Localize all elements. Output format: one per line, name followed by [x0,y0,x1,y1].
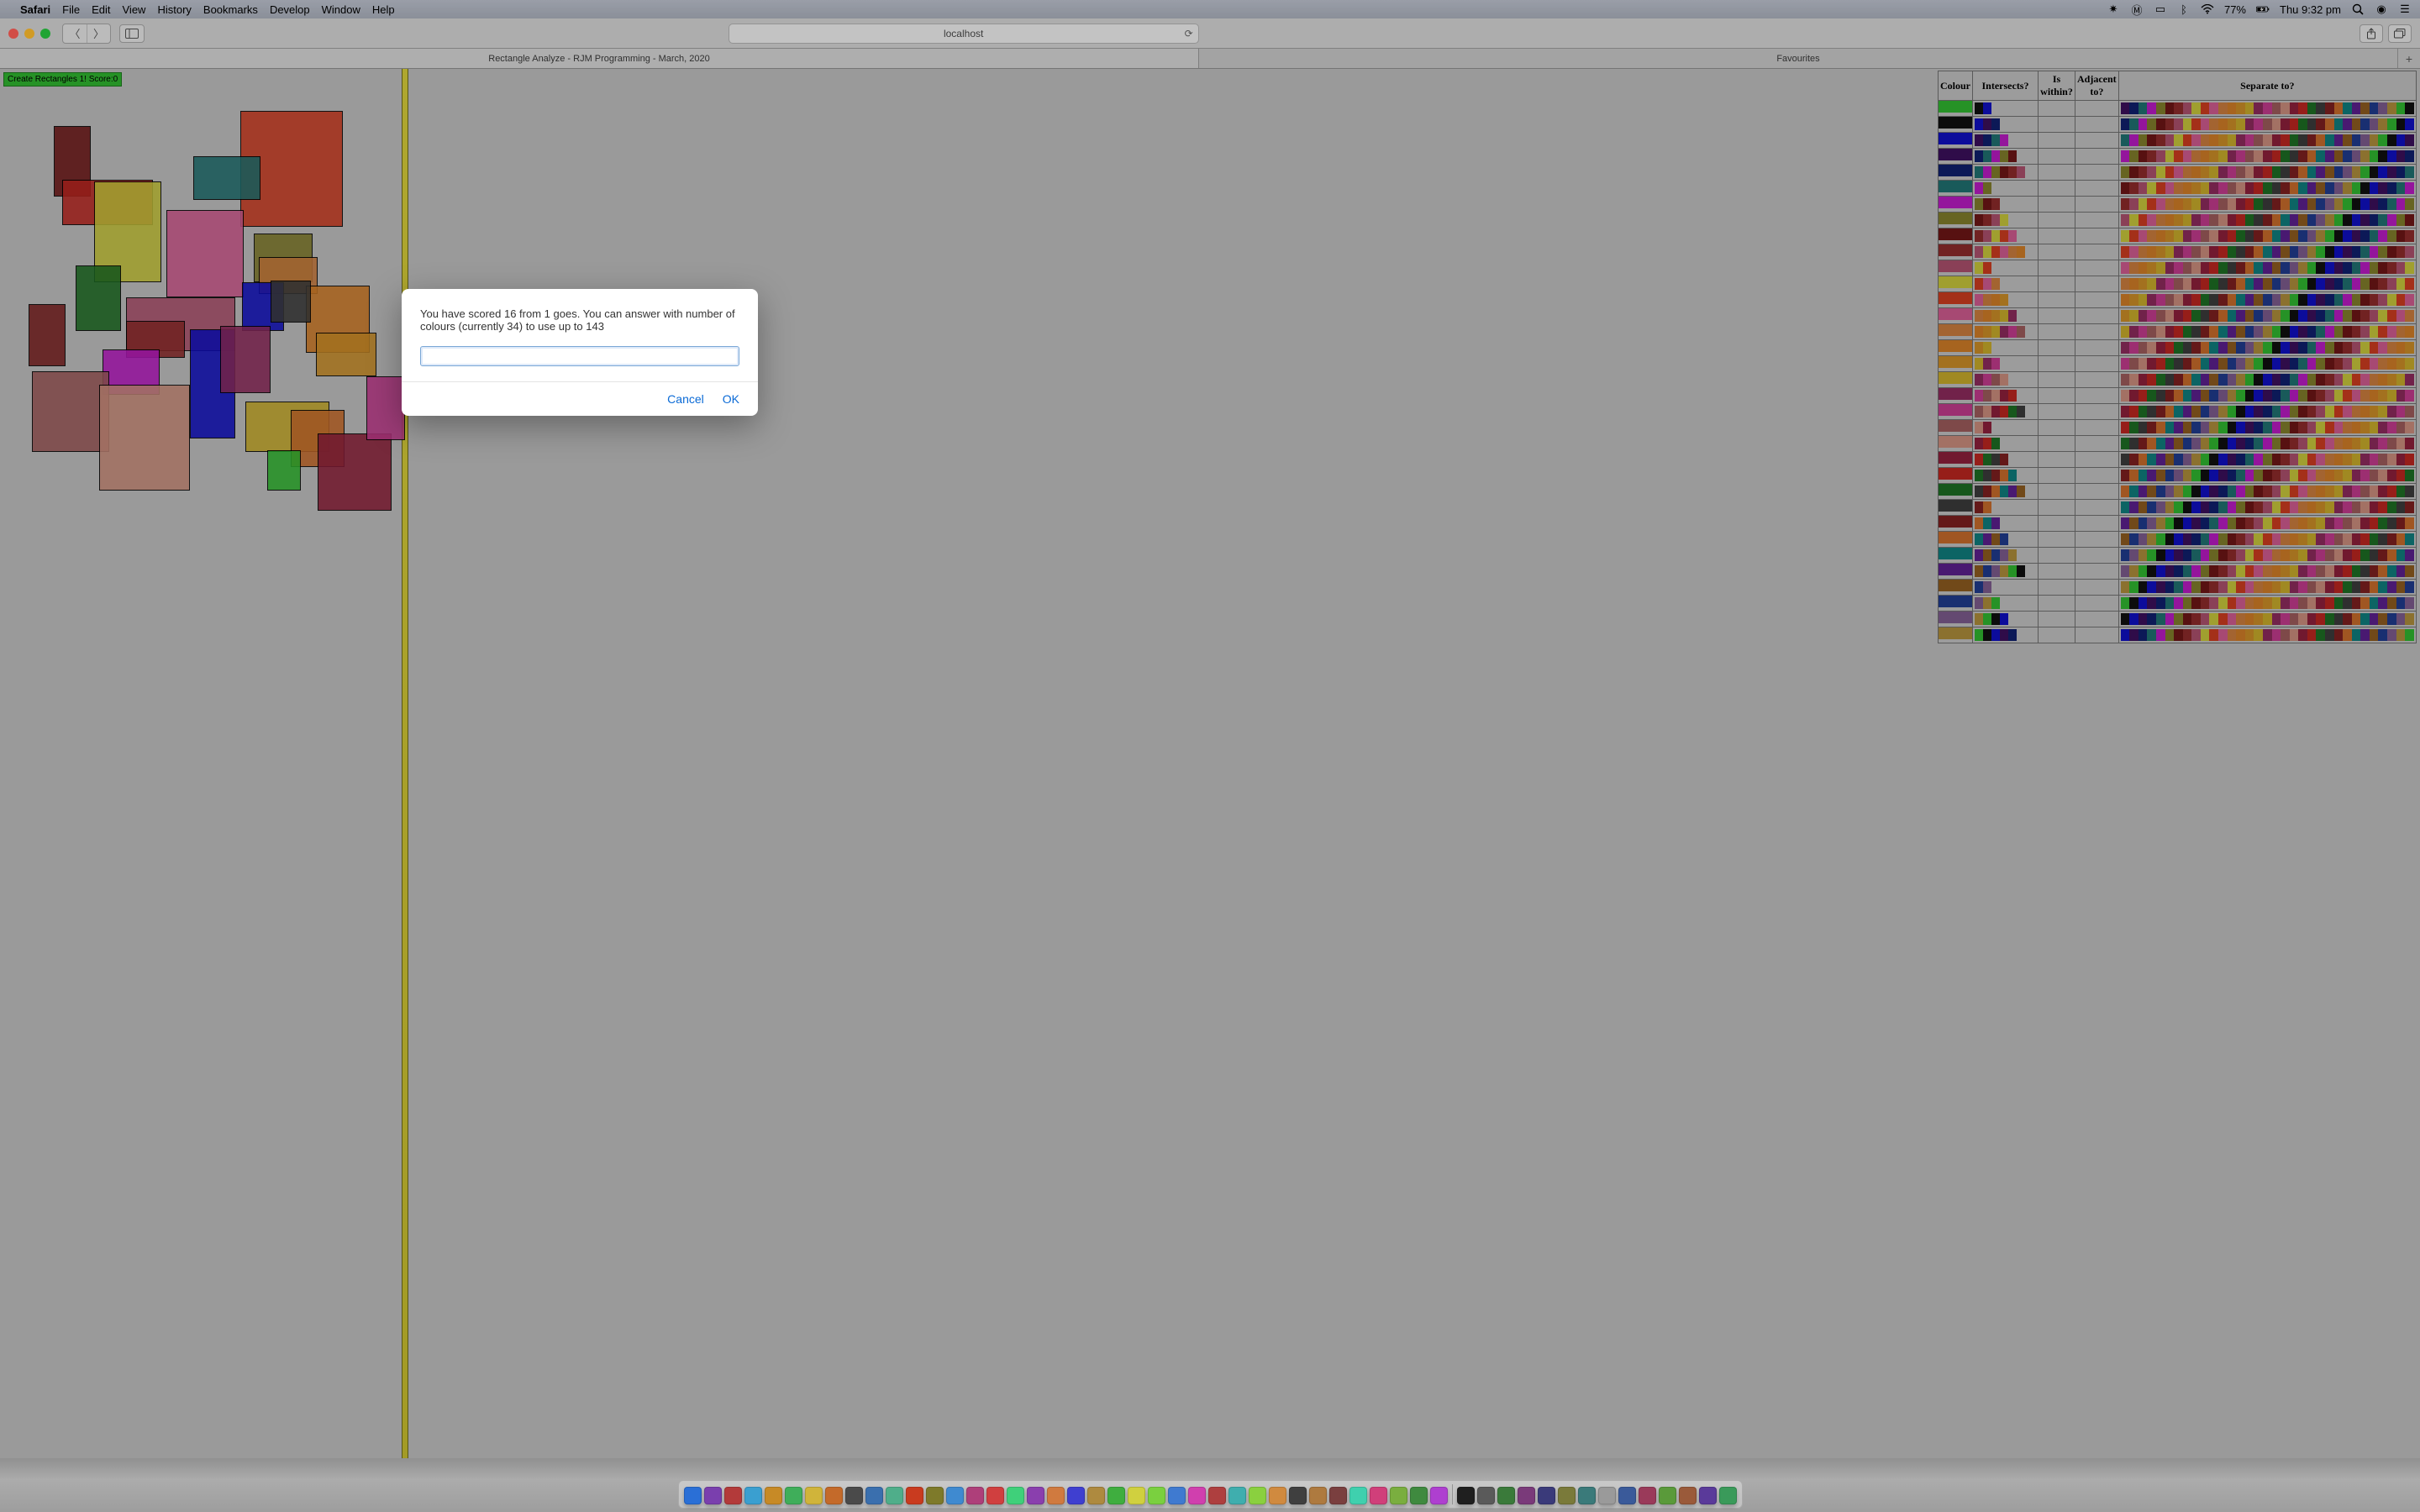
dialog-cancel-button[interactable]: Cancel [667,392,704,406]
dock-app-icon[interactable] [825,1487,843,1504]
dock-app-icon[interactable] [1107,1487,1125,1504]
dock-app-icon[interactable] [886,1487,903,1504]
dock-app-icon[interactable] [1699,1487,1717,1504]
dock-app-icon[interactable] [926,1487,944,1504]
dock-app-icon[interactable] [1719,1487,1737,1504]
dock-app-icon[interactable] [1208,1487,1226,1504]
dock-app-icon[interactable] [1309,1487,1327,1504]
dock-app-icon[interactable] [1067,1487,1085,1504]
dock-app-icon[interactable] [1518,1487,1535,1504]
dock-app-icon[interactable] [1349,1487,1367,1504]
prompt-dialog: You have scored 16 from 1 goes. You can … [402,289,758,416]
dock-app-icon[interactable] [1497,1487,1515,1504]
dock-app-icon[interactable] [865,1487,883,1504]
dock-app-icon[interactable] [1128,1487,1145,1504]
dock-app-icon[interactable] [1390,1487,1407,1504]
dock-strip [678,1480,1743,1509]
dock-app-icon[interactable] [1639,1487,1656,1504]
dock-app-icon[interactable] [704,1487,722,1504]
dock-app-icon[interactable] [805,1487,823,1504]
dialog-text: You have scored 16 from 1 goes. You can … [420,307,739,333]
dialog-ok-button[interactable]: OK [723,392,739,406]
dock-app-icon[interactable] [765,1487,782,1504]
dock-app-icon[interactable] [1558,1487,1576,1504]
dock-app-icon[interactable] [1188,1487,1206,1504]
dock-app-icon[interactable] [1457,1487,1475,1504]
dock-app-icon[interactable] [845,1487,863,1504]
dock-app-icon[interactable] [1598,1487,1616,1504]
dock-app-icon[interactable] [1370,1487,1387,1504]
dock-app-icon[interactable] [684,1487,702,1504]
dock-app-icon[interactable] [724,1487,742,1504]
dock-app-icon[interactable] [1538,1487,1555,1504]
dock-app-icon[interactable] [1007,1487,1024,1504]
dock-app-icon[interactable] [1289,1487,1307,1504]
dock-app-icon[interactable] [1578,1487,1596,1504]
dock-app-icon[interactable] [946,1487,964,1504]
macos-dock [0,1458,2420,1512]
dock-app-icon[interactable] [1249,1487,1266,1504]
dock-app-icon[interactable] [1269,1487,1286,1504]
dock-app-icon[interactable] [1047,1487,1065,1504]
modal-overlay [0,0,2420,1512]
dock-app-icon[interactable] [1228,1487,1246,1504]
dock-app-icon[interactable] [1430,1487,1448,1504]
dock-app-icon[interactable] [1087,1487,1105,1504]
dock-app-icon[interactable] [986,1487,1004,1504]
dialog-input[interactable] [420,346,739,366]
dock-app-icon[interactable] [785,1487,802,1504]
dock-app-icon[interactable] [1168,1487,1186,1504]
dock-app-icon[interactable] [744,1487,762,1504]
dock-app-icon[interactable] [906,1487,923,1504]
dock-app-icon[interactable] [1027,1487,1044,1504]
dock-app-icon[interactable] [1477,1487,1495,1504]
dock-app-icon[interactable] [1410,1487,1428,1504]
dock-app-icon[interactable] [966,1487,984,1504]
dock-app-icon[interactable] [1618,1487,1636,1504]
dock-app-icon[interactable] [1659,1487,1676,1504]
dock-app-icon[interactable] [1679,1487,1697,1504]
dock-app-icon[interactable] [1148,1487,1165,1504]
dock-app-icon[interactable] [1329,1487,1347,1504]
